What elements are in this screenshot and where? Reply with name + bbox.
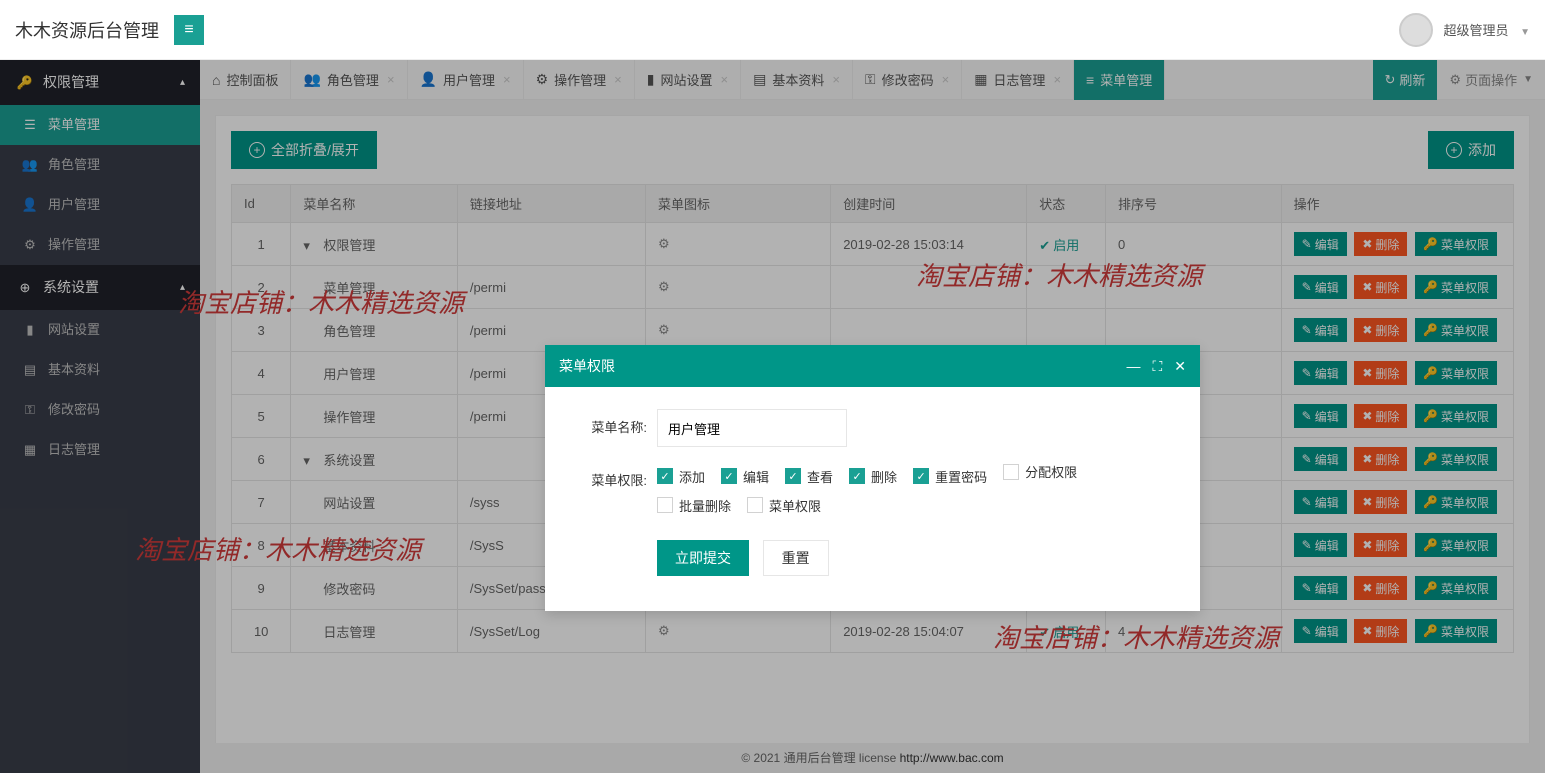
permission-checkbox[interactable]: 分配权限 bbox=[1003, 462, 1077, 481]
app-title: 木木资源后台管理 bbox=[15, 17, 159, 43]
reset-button[interactable]: 重置 bbox=[763, 540, 829, 576]
chevron-down-icon: ▼ bbox=[1520, 27, 1530, 38]
menu-name-input[interactable] bbox=[657, 409, 847, 447]
permission-checkbox[interactable]: ✓添加 bbox=[657, 467, 705, 486]
menu-name-label: 菜单名称: bbox=[567, 409, 647, 436]
menu-permission-dialog: 菜单权限 — ⛶ ✕ 菜单名称: 菜单权限: ✓添加 ✓编辑 ✓查看 ✓删除 ✓重置密码… bbox=[545, 345, 1200, 611]
app-header: 木木资源后台管理 ≡ 超级管理员 ▼ bbox=[0, 0, 1545, 60]
permission-checkbox[interactable]: ✓删除 bbox=[849, 467, 897, 486]
permission-checkbox[interactable]: ✓查看 bbox=[785, 467, 833, 486]
permission-checkbox[interactable]: ✓编辑 bbox=[721, 467, 769, 486]
sidebar-toggle-button[interactable]: ≡ bbox=[174, 15, 204, 45]
permission-checkbox[interactable]: 菜单权限 bbox=[747, 496, 821, 515]
user-dropdown[interactable]: 超级管理员 ▼ bbox=[1443, 20, 1530, 39]
avatar[interactable] bbox=[1399, 13, 1433, 47]
permission-checkbox[interactable]: 批量删除 bbox=[657, 496, 731, 515]
menu-perm-label: 菜单权限: bbox=[567, 462, 647, 489]
submit-button[interactable]: 立即提交 bbox=[657, 540, 749, 576]
close-icon[interactable]: ✕ bbox=[1174, 358, 1186, 375]
fullscreen-icon[interactable]: ⛶ bbox=[1152, 358, 1162, 375]
dialog-title-text: 菜单权限 bbox=[559, 356, 615, 376]
user-role-label: 超级管理员 bbox=[1443, 23, 1508, 38]
minimize-icon[interactable]: — bbox=[1126, 358, 1140, 374]
permission-checkbox[interactable]: ✓重置密码 bbox=[913, 467, 987, 486]
